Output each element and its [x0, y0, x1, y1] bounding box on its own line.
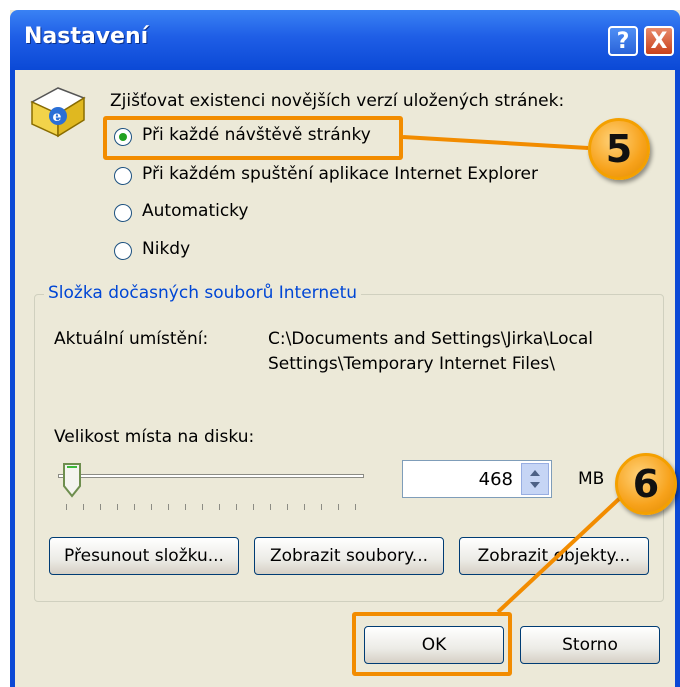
ie-folder-icon: e: [30, 87, 86, 138]
spin-arrows-glyph: [530, 470, 540, 488]
radio-never-label[interactable]: Nikdy: [142, 239, 190, 259]
disk-space-value: 468: [478, 469, 513, 490]
slider-tick: [270, 504, 271, 510]
window-frame-right: [675, 70, 680, 687]
location-label: Aktuální umístění:: [54, 329, 209, 349]
slider-tick: [304, 504, 305, 510]
slider-tick: [338, 504, 339, 510]
radio-every-start[interactable]: [114, 167, 132, 185]
slider-tick: [134, 504, 135, 510]
help-button[interactable]: ?: [608, 26, 638, 56]
step-6-badge: 6: [615, 453, 677, 515]
slider-tick: [168, 504, 169, 510]
spin-arrows-icon[interactable]: [521, 463, 549, 495]
highlight-box-step5: [103, 116, 403, 160]
radio-never[interactable]: [114, 242, 132, 260]
title-bar: Nastavení ? X: [10, 10, 680, 70]
check-versions-label: Zjišťovat existenci novějších verzí ulož…: [110, 91, 565, 111]
slider-tick: [100, 504, 101, 510]
slider-tick: [253, 504, 254, 510]
location-path-line2: Settings\Temporary Internet Files\: [268, 354, 555, 374]
window-frame-left: [10, 70, 15, 687]
radio-automatic-label[interactable]: Automaticky: [142, 201, 248, 221]
slider-tick: [66, 504, 67, 510]
disk-unit-label: MB: [578, 469, 605, 489]
disk-space-input[interactable]: 468: [402, 460, 552, 498]
slider-tick: [287, 504, 288, 510]
close-button[interactable]: X: [644, 26, 674, 56]
temp-files-group-title: Složka dočasných souborů Internetu: [44, 283, 362, 303]
slider-tick: [236, 504, 237, 510]
slider-tick: [151, 504, 152, 510]
cancel-button[interactable]: Storno: [520, 626, 660, 664]
step-5-badge: 5: [588, 118, 650, 180]
help-icon: ?: [616, 29, 630, 54]
slider-tick: [185, 504, 186, 510]
disk-space-slider-track[interactable]: [58, 474, 364, 478]
slider-tick: [117, 504, 118, 510]
highlight-box-step6: [352, 612, 512, 676]
slider-tick: [321, 504, 322, 510]
radio-automatic[interactable]: [114, 204, 132, 222]
slider-tick: [202, 504, 203, 510]
move-folder-button[interactable]: Přesunout složku...: [49, 537, 239, 575]
window-title: Nastavení: [24, 24, 149, 49]
slider-tick: [219, 504, 220, 510]
disk-space-slider-thumb[interactable]: [62, 462, 82, 498]
view-objects-button[interactable]: Zobrazit objekty...: [459, 537, 649, 575]
slider-tick: [83, 504, 84, 510]
svg-text:e: e: [53, 109, 62, 125]
slider-tick: [355, 504, 356, 510]
close-icon: X: [650, 29, 668, 54]
radio-every-start-label[interactable]: Při každém spuštění aplikace Internet Ex…: [142, 164, 538, 184]
view-files-button[interactable]: Zobrazit soubory...: [254, 537, 444, 575]
location-path-line1: C:\Documents and Settings\Jirka\Local: [268, 329, 593, 349]
disk-space-label: Velikost místa na disku:: [54, 427, 255, 447]
